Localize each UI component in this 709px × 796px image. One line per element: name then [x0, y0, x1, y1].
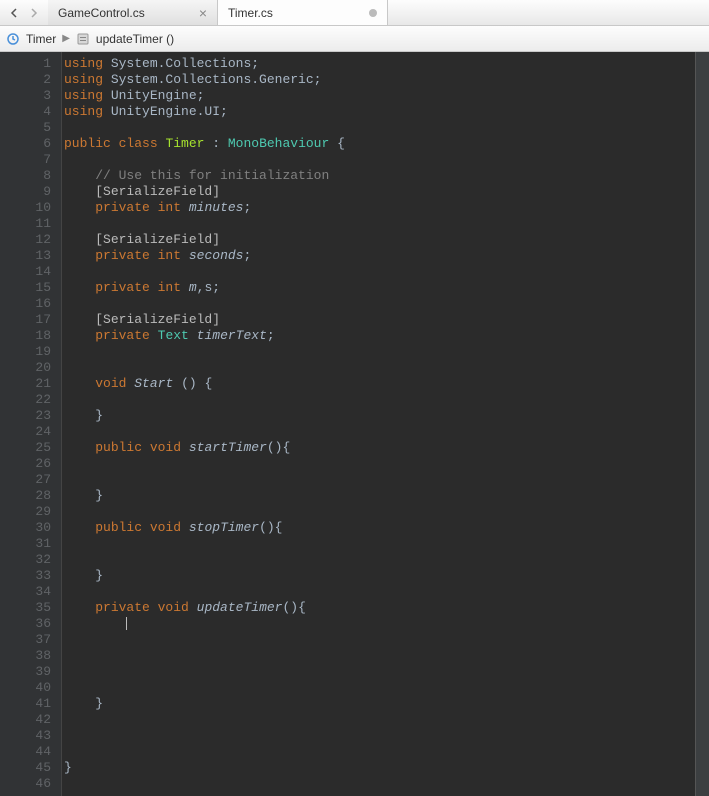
breadcrumb-class[interactable]: Timer [26, 32, 56, 46]
tab-gamecontrol[interactable]: GameControl.cs × [48, 0, 218, 25]
class-icon [6, 32, 20, 46]
nav-back-button[interactable] [4, 3, 24, 23]
code-editor: 1234567891011121314151617181920212223242… [0, 52, 709, 796]
vertical-scrollbar[interactable] [695, 52, 709, 796]
close-icon[interactable]: × [199, 5, 207, 21]
nav-forward-button[interactable] [24, 3, 44, 23]
chevron-right-icon: ▶ [62, 33, 70, 44]
code-area[interactable]: using System.Collections;using System.Co… [62, 52, 695, 796]
tab-label: Timer.cs [228, 6, 361, 20]
line-gutter: 1234567891011121314151617181920212223242… [0, 52, 62, 796]
tab-bar: GameControl.cs × Timer.cs [0, 0, 709, 26]
nav-arrows [0, 0, 48, 25]
modified-indicator-icon [369, 9, 377, 17]
tab-label: GameControl.cs [58, 6, 191, 20]
method-icon [76, 32, 90, 46]
tab-timer[interactable]: Timer.cs [218, 0, 388, 25]
breadcrumb: Timer ▶ updateTimer () [0, 26, 709, 52]
breadcrumb-method[interactable]: updateTimer () [96, 32, 174, 46]
